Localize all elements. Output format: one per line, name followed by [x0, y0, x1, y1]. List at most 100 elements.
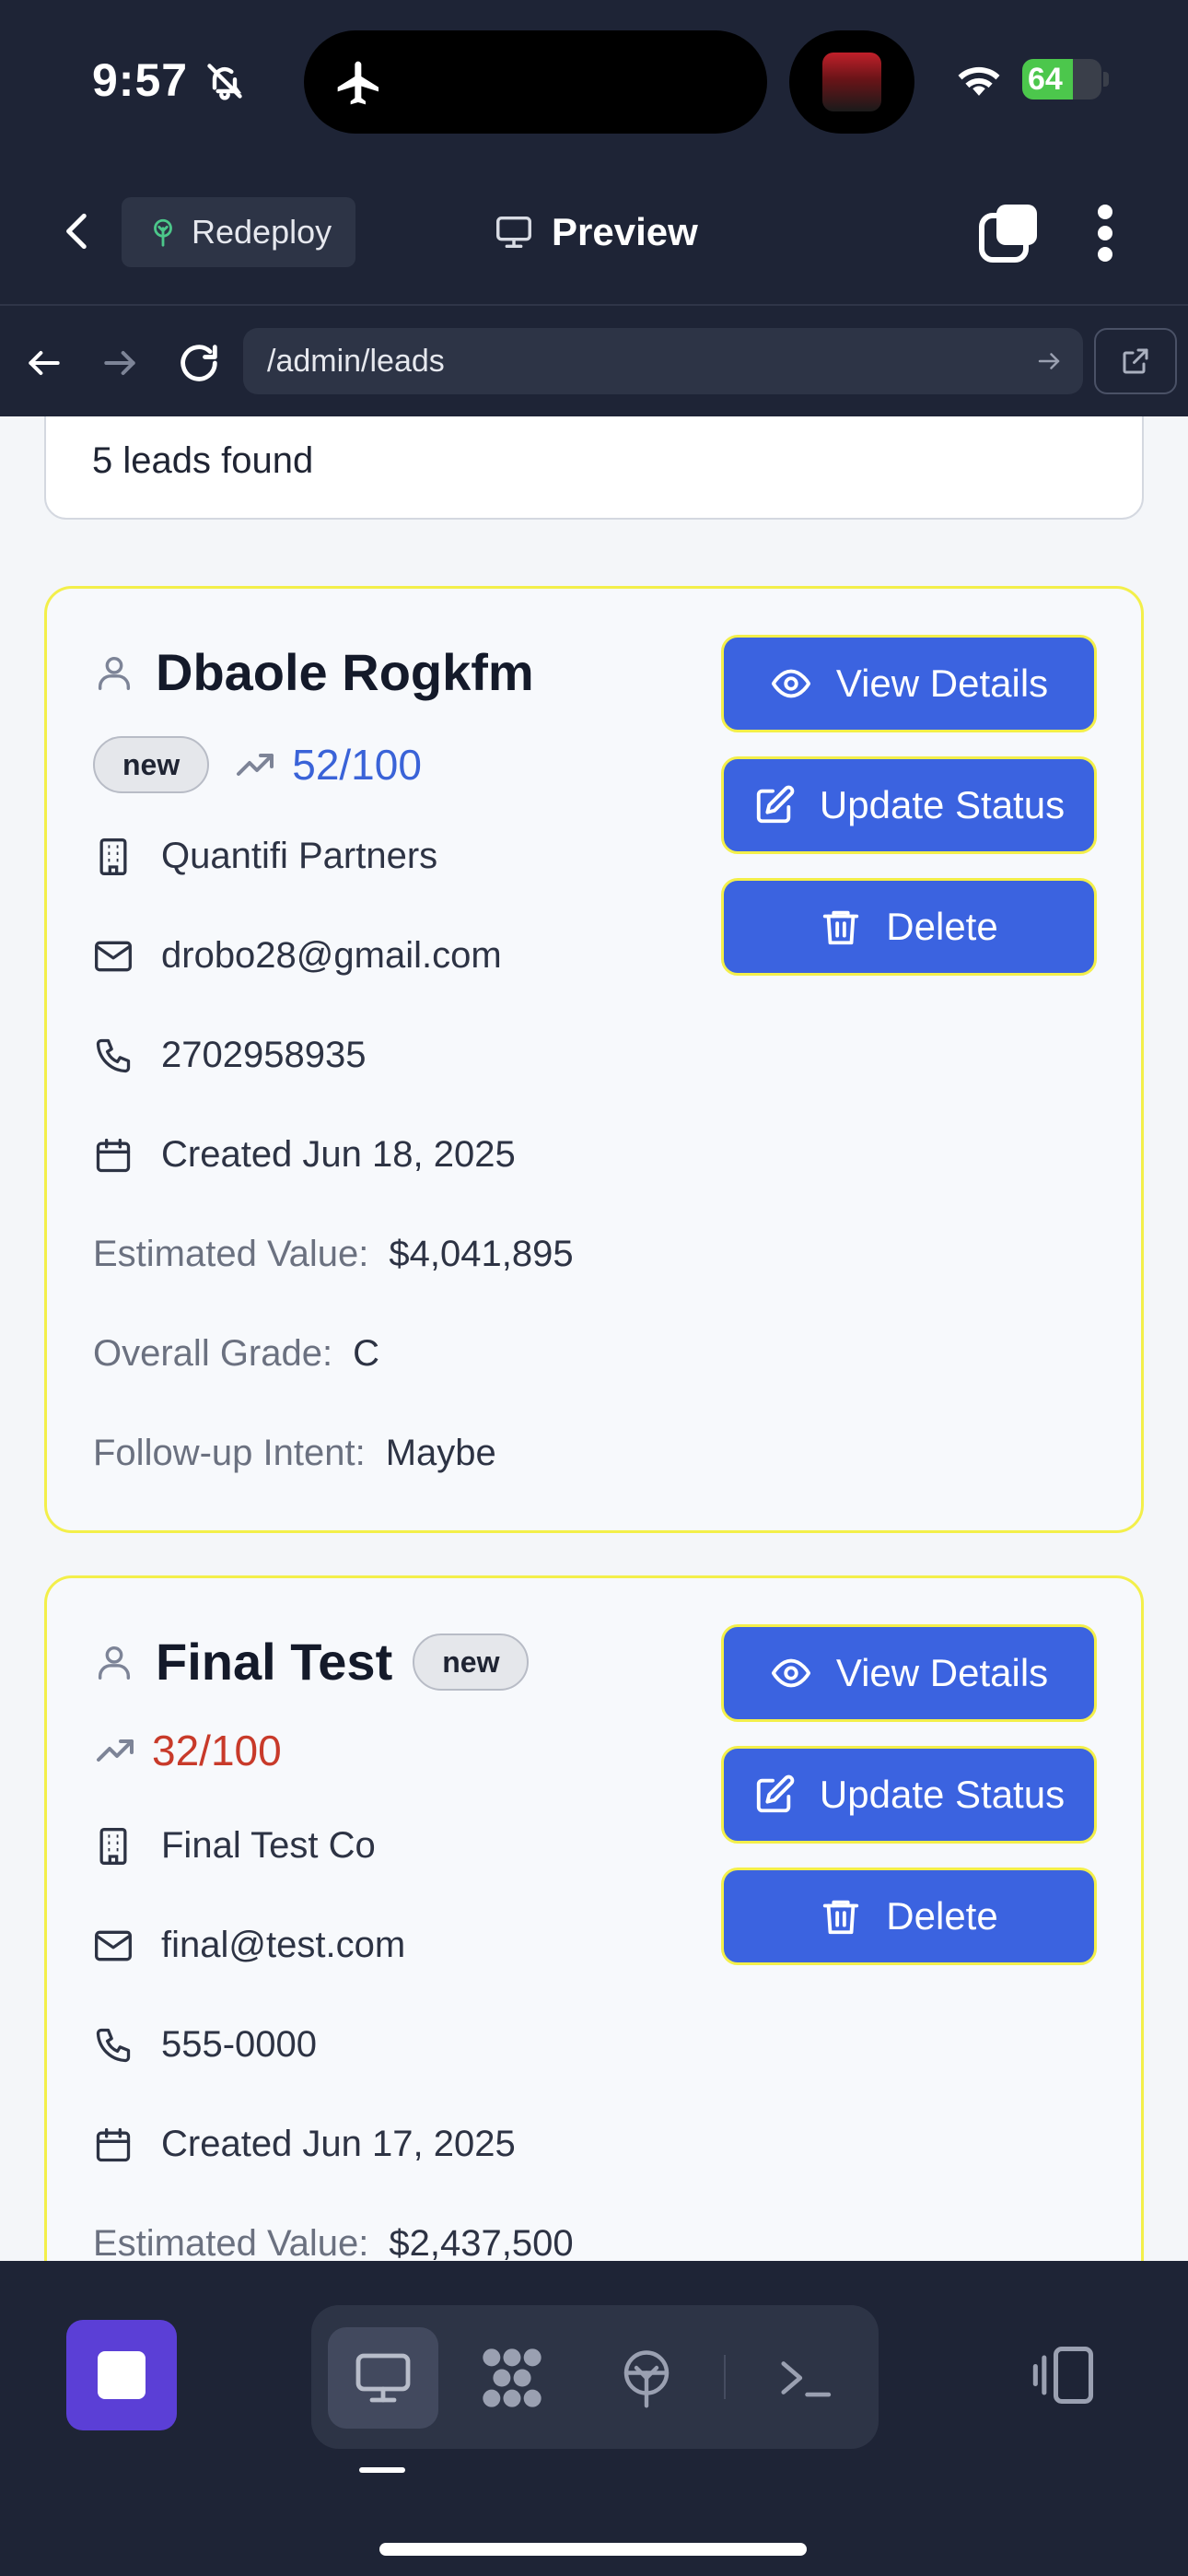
url-text: /admin/leads: [267, 344, 445, 379]
status-time: 9:57: [92, 54, 189, 106]
app-header: Redeploy Preview: [0, 157, 1188, 306]
edit-icon: [756, 1774, 795, 1813]
lead-created-row: Created Jun 18, 2025: [93, 1134, 516, 1176]
go-arrow-icon[interactable]: [1035, 347, 1063, 375]
lead-company-row: Final Test Co: [93, 1825, 376, 1867]
overall-grade: C: [353, 1333, 379, 1374]
status-badge: new: [413, 1633, 530, 1691]
lead-phone: 555-0000: [161, 2024, 318, 2065]
redeploy-button[interactable]: Redeploy: [122, 197, 355, 267]
redeploy-label: Redeploy: [192, 213, 332, 251]
lead-created-date: Created Jun 18, 2025: [161, 1134, 516, 1175]
followup-intent-label: Follow-up Intent:: [93, 1433, 366, 1473]
trending-up-icon: [237, 754, 274, 776]
more-vertical-icon[interactable]: [1087, 203, 1124, 263]
delete-button[interactable]: Delete: [721, 878, 1097, 976]
overall-grade-row: Overall Grade: C: [93, 1333, 379, 1375]
lead-email-row: drobo28@gmail.com: [93, 935, 502, 977]
delete-label: Delete: [886, 1894, 998, 1938]
view-details-button[interactable]: View Details: [721, 635, 1097, 732]
view-details-label: View Details: [835, 1651, 1049, 1694]
delete-label: Delete: [886, 905, 998, 948]
results-count: 5 leads found: [92, 440, 314, 481]
grid-nodes-icon: [483, 2348, 542, 2407]
tree-deploy-icon: [623, 2350, 670, 2408]
active-tab-indicator: [359, 2467, 405, 2473]
toolbar-divider: [724, 2355, 726, 2399]
lead-score: 32/100: [152, 1727, 282, 1774]
user-icon: [98, 1645, 131, 1680]
tabs-icon[interactable]: [978, 203, 1039, 263]
back-chevron-icon[interactable]: [55, 208, 101, 254]
calendar-icon: [96, 2127, 131, 2161]
trending-up-icon: [97, 1739, 134, 1762]
panel-toggle-icon[interactable]: [1030, 2340, 1100, 2410]
trash-icon: [823, 1900, 859, 1935]
preview-title: Preview: [493, 203, 698, 262]
eye-icon: [771, 1658, 810, 1688]
view-details-label: View Details: [835, 662, 1049, 705]
user-icon: [98, 656, 131, 690]
update-status-button[interactable]: Update Status: [721, 1746, 1097, 1844]
arrow-right-icon[interactable]: [99, 343, 140, 383]
lead-name-row: Final Test new: [93, 1632, 530, 1692]
trash-icon: [823, 910, 859, 945]
lead-company: Quantifi Partners: [161, 836, 438, 876]
view-switcher: [311, 2305, 879, 2449]
lead-score-row: 32/100: [93, 1726, 282, 1775]
update-status-label: Update Status: [819, 1773, 1066, 1816]
eye-icon: [771, 669, 810, 698]
results-summary-card: 5 leads found: [44, 416, 1144, 520]
arrow-left-icon[interactable]: [24, 343, 64, 383]
battery-cap: [1103, 72, 1109, 87]
url-bar: /admin/leads: [0, 308, 1188, 416]
view-details-button[interactable]: View Details: [721, 1624, 1097, 1722]
external-link-icon: [1123, 348, 1148, 374]
mail-icon: [95, 1930, 132, 1961]
wifi-icon: [958, 66, 1000, 96]
url-input[interactable]: /admin/leads: [243, 328, 1083, 394]
airplane-icon: [337, 61, 379, 105]
estimated-value-label: Estimated Value:: [93, 2223, 369, 2261]
status-bar: 9:57 64: [0, 0, 1188, 157]
bottom-toolbar: [0, 2261, 1188, 2576]
estimated-value-row: Estimated Value: $4,041,895: [93, 1234, 574, 1275]
stop-icon: [98, 2351, 146, 2399]
building-icon: [99, 1827, 127, 1865]
lead-name: Dbaole Rogkfm: [156, 643, 534, 701]
reload-icon[interactable]: [175, 339, 223, 387]
mail-icon: [95, 941, 132, 971]
estimated-value: $4,041,895: [389, 1234, 574, 1274]
lead-phone: 2702958935: [161, 1035, 367, 1075]
lead-phone-row: 2702958935: [93, 1035, 366, 1076]
overall-grade-label: Overall Grade:: [93, 1333, 333, 1374]
lead-email: final@test.com: [161, 1925, 406, 1965]
followup-intent-row: Follow-up Intent: Maybe: [93, 1433, 496, 1474]
deploy-tab[interactable]: [591, 2327, 702, 2429]
stop-button[interactable]: [66, 2320, 177, 2430]
update-status-label: Update Status: [819, 783, 1066, 826]
edit-icon: [756, 785, 795, 824]
lead-card: Final Test new 32/100 Final Test Co fina…: [44, 1575, 1144, 2261]
lead-email: drobo28@gmail.com: [161, 935, 502, 976]
terminal-tab[interactable]: [750, 2327, 860, 2429]
open-external-button[interactable]: [1094, 328, 1177, 394]
lead-score: 52/100: [292, 741, 422, 789]
lead-created-row: Created Jun 17, 2025: [93, 2124, 516, 2165]
lead-email-row: final@test.com: [93, 1925, 405, 1966]
preview-label: Preview: [552, 210, 698, 253]
phone-icon: [96, 2028, 131, 2062]
followup-intent: Maybe: [385, 1433, 496, 1473]
home-indicator: [379, 2543, 807, 2556]
estimated-value: $2,437,500: [389, 2223, 574, 2261]
lead-card: Dbaole Rogkfm new 52/100 Quantifi Partne…: [44, 586, 1144, 1533]
preview-tab[interactable]: [328, 2327, 438, 2429]
workflow-tab[interactable]: [457, 2327, 567, 2429]
lead-name: Final Test: [156, 1633, 393, 1691]
status-badge: new: [93, 736, 210, 793]
battery-percent: 64: [1028, 62, 1063, 97]
delete-button[interactable]: Delete: [721, 1868, 1097, 1965]
update-status-button[interactable]: Update Status: [721, 756, 1097, 854]
lead-status-score-row: new 52/100: [93, 736, 422, 793]
lead-created-date: Created Jun 17, 2025: [161, 2124, 516, 2164]
